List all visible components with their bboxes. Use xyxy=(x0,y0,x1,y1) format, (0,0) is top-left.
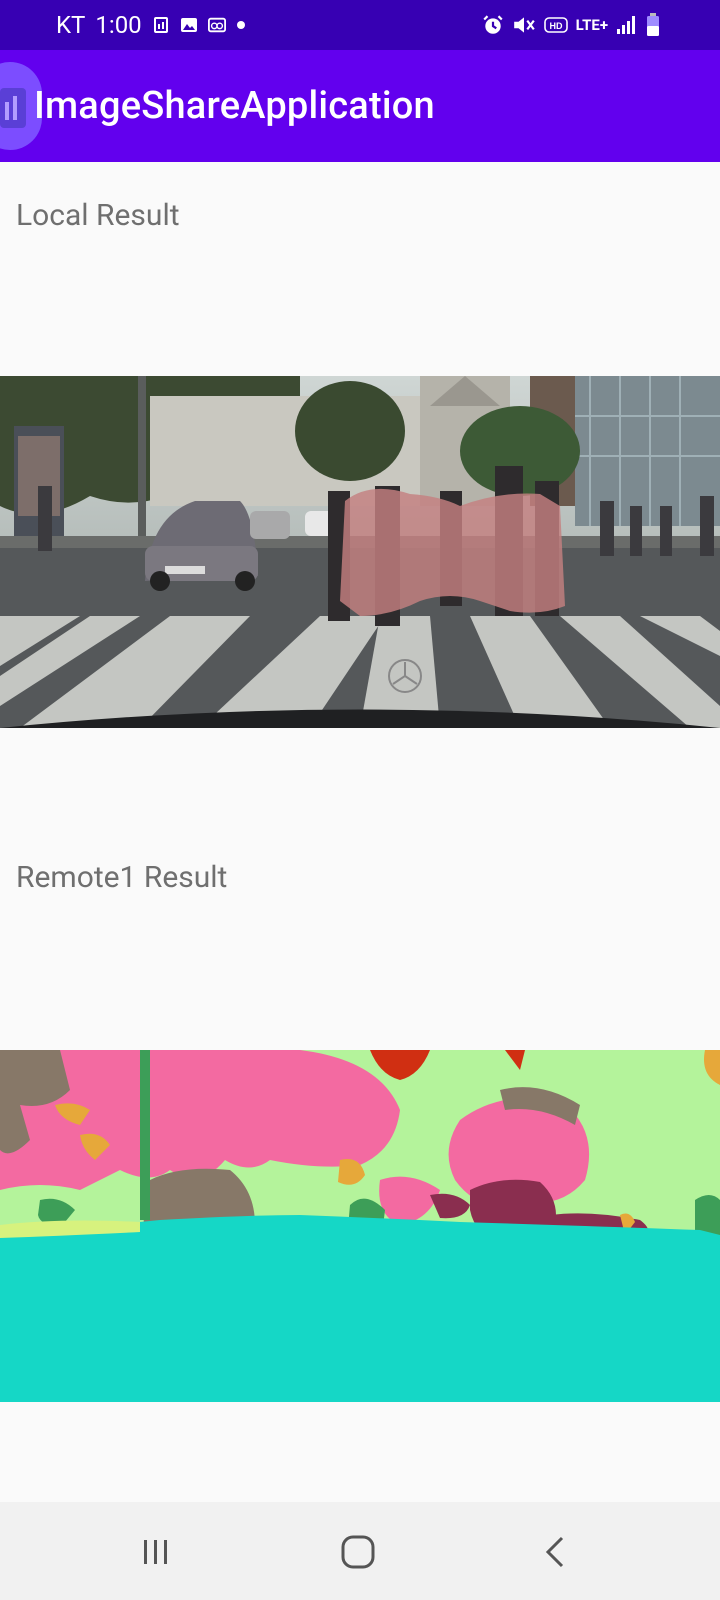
local-result-label: Local Result xyxy=(16,198,180,233)
system-nav-bar xyxy=(0,1502,720,1600)
local-result-image xyxy=(0,376,720,728)
status-right: HD LTE+ xyxy=(482,0,660,50)
network-type-label: LTE+ xyxy=(575,16,608,34)
status-bar: KT 1:00 HD LTE+ xyxy=(0,0,720,50)
segmentation-map xyxy=(0,1050,720,1402)
app-title: ImageShareApplication xyxy=(34,84,435,128)
status-left: KT 1:00 xyxy=(56,0,246,50)
alarm-icon xyxy=(483,15,503,34)
notification-icon xyxy=(153,17,168,33)
home-button[interactable] xyxy=(336,1530,380,1574)
dot-icon xyxy=(236,21,245,29)
recents-button[interactable] xyxy=(134,1530,178,1574)
signal-icon xyxy=(617,16,635,34)
hd-icon: HD xyxy=(543,17,568,33)
street-scene-photo xyxy=(0,376,720,728)
carrier-label: KT xyxy=(56,11,86,39)
back-button[interactable] xyxy=(534,1530,578,1574)
remote1-result-image xyxy=(0,1050,720,1402)
time-label: 1:00 xyxy=(95,11,142,39)
voicemail-icon xyxy=(207,17,226,33)
gallery-icon xyxy=(180,18,197,32)
remote1-result-label: Remote1 Result xyxy=(16,860,228,895)
svg-text:HD: HD xyxy=(549,21,562,31)
mute-icon xyxy=(513,17,535,33)
app-bar: ImageShareApplication xyxy=(0,50,720,162)
battery-icon xyxy=(647,13,659,36)
